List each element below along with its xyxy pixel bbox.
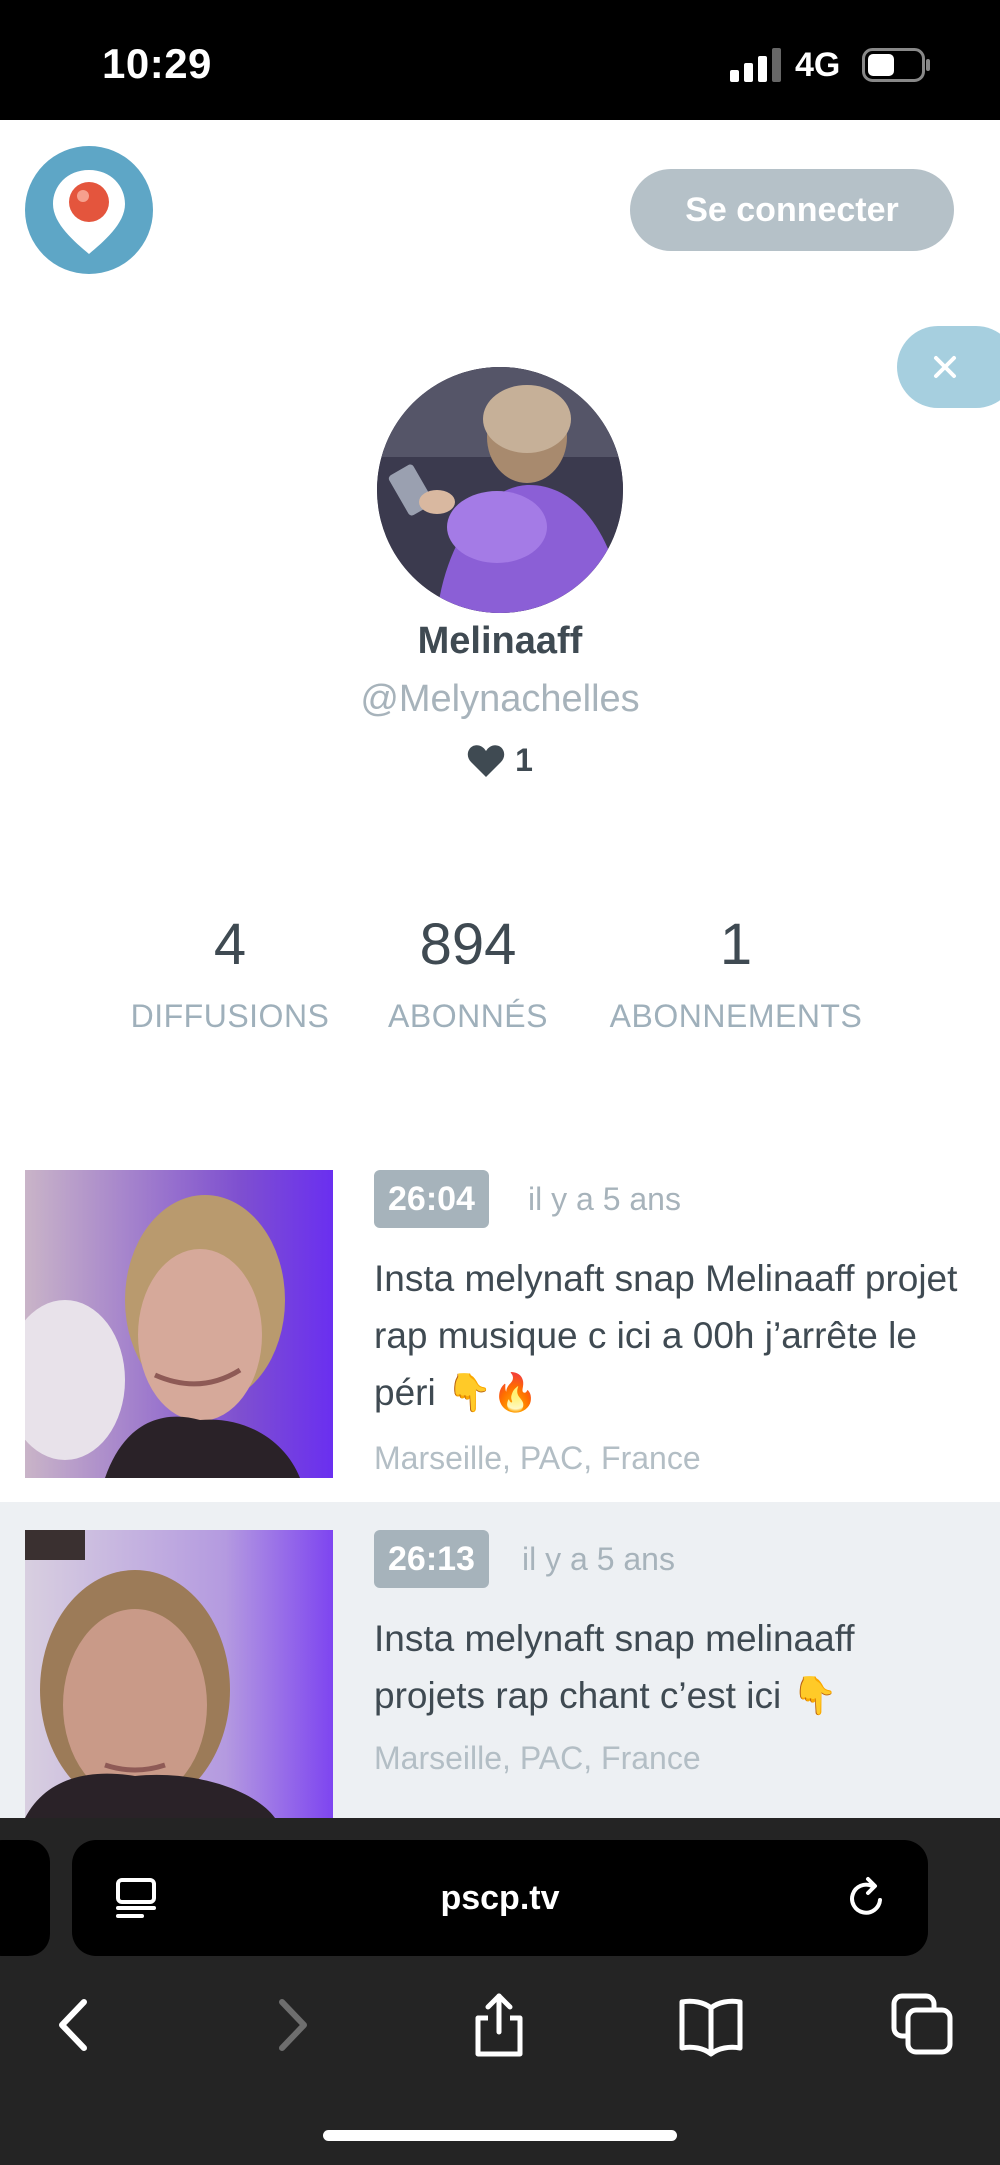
broadcast-location: Marseille, PAC, France	[374, 1740, 701, 1776]
duration-badge: 26:04	[374, 1170, 489, 1228]
home-indicator	[323, 2130, 677, 2141]
avatar[interactable]	[377, 367, 623, 613]
cellular-signal-icon	[730, 48, 781, 82]
close-icon[interactable]	[897, 326, 1000, 408]
reload-icon[interactable]	[844, 1876, 888, 1920]
status-time: 10:29	[102, 40, 212, 87]
broadcast-thumbnail[interactable]	[25, 1530, 333, 1818]
broadcast-title: Insta melynaft snap melinaaff projets ra…	[374, 1618, 855, 1716]
profile-handle: @Melynachelles	[360, 678, 640, 720]
broadcast-location: Marseille, PAC, France	[374, 1440, 701, 1476]
heart-icon	[467, 744, 505, 777]
hearts-count: 1	[0, 742, 1000, 783]
broadcast-item[interactable]: 26:13 il y a 5 ans Insta melynaft snap m…	[0, 1502, 1000, 1818]
time-ago: il y a 5 ans	[528, 1181, 681, 1217]
duration-badge: 26:13	[374, 1530, 489, 1588]
network-type: 4G	[795, 46, 841, 84]
url-text: pscp.tv	[440, 1879, 560, 1917]
address-bar[interactable]: pscp.tv	[72, 1840, 928, 1956]
stat-following[interactable]: 1 ABONNEMENTS	[596, 910, 876, 1035]
share-icon[interactable]	[464, 1990, 534, 2060]
broadcast-item[interactable]: 26:04 il y a 5 ans Insta melynaft snap M…	[0, 1152, 1000, 1502]
back-icon[interactable]	[40, 1990, 110, 2060]
broadcast-title: Insta melynaft snap Melinaaff projet rap…	[374, 1258, 958, 1413]
battery-icon	[862, 48, 930, 82]
periscope-logo-icon[interactable]	[25, 146, 153, 274]
time-ago: il y a 5 ans	[522, 1541, 675, 1577]
broadcast-thumbnail[interactable]	[25, 1170, 333, 1478]
status-bar: 10:29 4G	[0, 0, 1000, 120]
sign-in-button[interactable]: Se connecter	[630, 169, 954, 251]
stat-broadcasts[interactable]: 4 DIFFUSIONS	[120, 910, 340, 1035]
profile-name: Melinaaff	[417, 620, 583, 662]
previous-tab[interactable]	[0, 1840, 50, 1956]
tabs-icon[interactable]	[888, 1990, 958, 2060]
forward-icon[interactable]	[256, 1990, 326, 2060]
bookmarks-icon[interactable]	[676, 1990, 746, 2060]
stat-followers[interactable]: 894 ABONNÉS	[370, 910, 566, 1035]
